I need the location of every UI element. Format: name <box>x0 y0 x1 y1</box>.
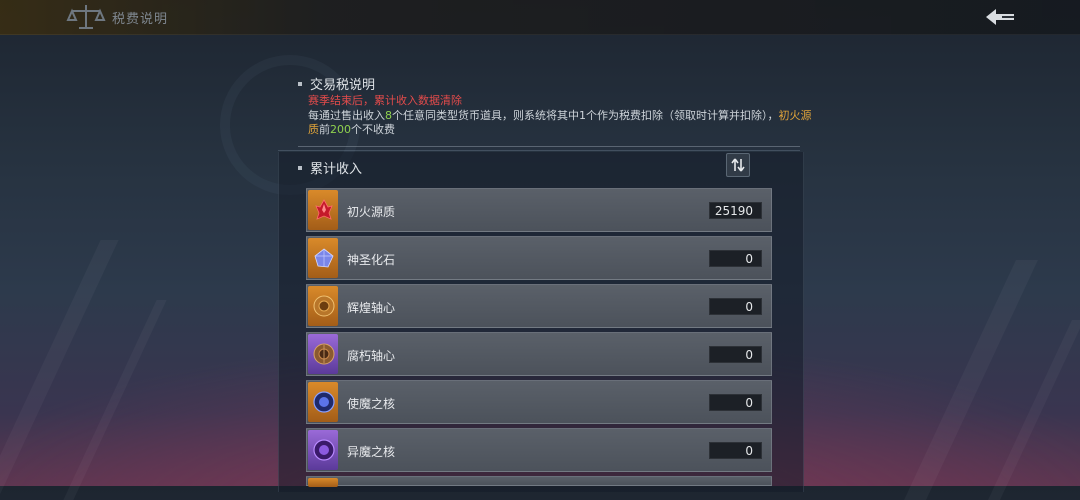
season-warning: 赛季结束后，累计收入数据清除 <box>308 94 462 107</box>
item-name: 使魔之核 <box>347 397 396 411</box>
item-slot <box>308 382 338 422</box>
desc-text: 前 <box>319 123 330 136</box>
back-arrow-icon <box>986 9 1014 25</box>
purple-core-icon <box>313 439 335 461</box>
tax-info-title-text: 交易税说明 <box>310 78 376 93</box>
tax-description: 每通过售出收入8个任意同类型货币道具，则系统将其中1个作为税费扣除（领取时计算并… <box>308 109 818 137</box>
income-row: 初火源质 25190 <box>306 188 772 232</box>
bg-streak <box>988 320 1080 500</box>
bg-streak <box>0 240 119 500</box>
item-value: 0 <box>709 298 762 315</box>
item-name: 初火源质 <box>347 205 396 219</box>
item-name: 腐朽轴心 <box>347 349 396 363</box>
income-row: 异魔之核 0 <box>306 428 772 472</box>
item-slot <box>308 190 338 230</box>
income-title: 累计收入 <box>298 158 362 177</box>
bg-streak <box>63 300 167 500</box>
item-value: 25190 <box>709 202 762 219</box>
blue-crystal-icon <box>314 248 334 268</box>
scales-icon <box>66 2 106 32</box>
income-row: 辉煌轴心 0 <box>306 284 772 328</box>
item-slot <box>308 286 338 326</box>
bullet-dot <box>298 165 302 170</box>
item-name: 辉煌轴心 <box>347 301 396 315</box>
item-name: 神圣化石 <box>347 253 396 267</box>
item-value: 0 <box>709 250 762 267</box>
back-button[interactable] <box>982 6 1018 28</box>
item-value: 0 <box>709 346 762 363</box>
income-row: 神圣化石 0 <box>306 236 772 280</box>
sort-button[interactable] <box>726 153 750 177</box>
income-row: 使魔之核 0 <box>306 380 772 424</box>
section-divider <box>298 146 800 147</box>
desc-number: 200 <box>330 123 351 136</box>
top-bar: 税费说明 <box>0 0 1080 35</box>
desc-text: 每通过售出收入 <box>308 109 385 122</box>
desc-number: 8 <box>385 109 392 122</box>
sort-toggle-icon <box>731 158 745 172</box>
red-crystal-icon <box>315 199 333 220</box>
desc-text: 个不收费 <box>351 123 395 136</box>
blue-core-icon <box>313 391 335 413</box>
desc-text: 个任意同类型货币道具，则系统将其中1个作为税费扣除（领取时计算并扣除）， <box>392 109 779 122</box>
tax-info-title: 交易税说明 <box>298 74 375 93</box>
item-slot <box>308 430 338 470</box>
panel-border <box>278 150 800 151</box>
item-value: 0 <box>709 394 762 411</box>
item-name: 异魔之核 <box>347 445 396 459</box>
income-row-partial <box>306 476 772 487</box>
bg-streak <box>904 260 1038 500</box>
bronze-axis-icon <box>313 343 335 365</box>
item-slot <box>308 238 338 278</box>
page-title: 税费说明 <box>112 12 169 27</box>
item-value: 0 <box>709 442 762 459</box>
bullet-dot <box>298 81 302 86</box>
gold-axis-icon <box>313 295 335 317</box>
income-row: 腐朽轴心 0 <box>306 332 772 376</box>
item-slot <box>308 334 338 374</box>
income-title-text: 累计收入 <box>310 162 363 177</box>
